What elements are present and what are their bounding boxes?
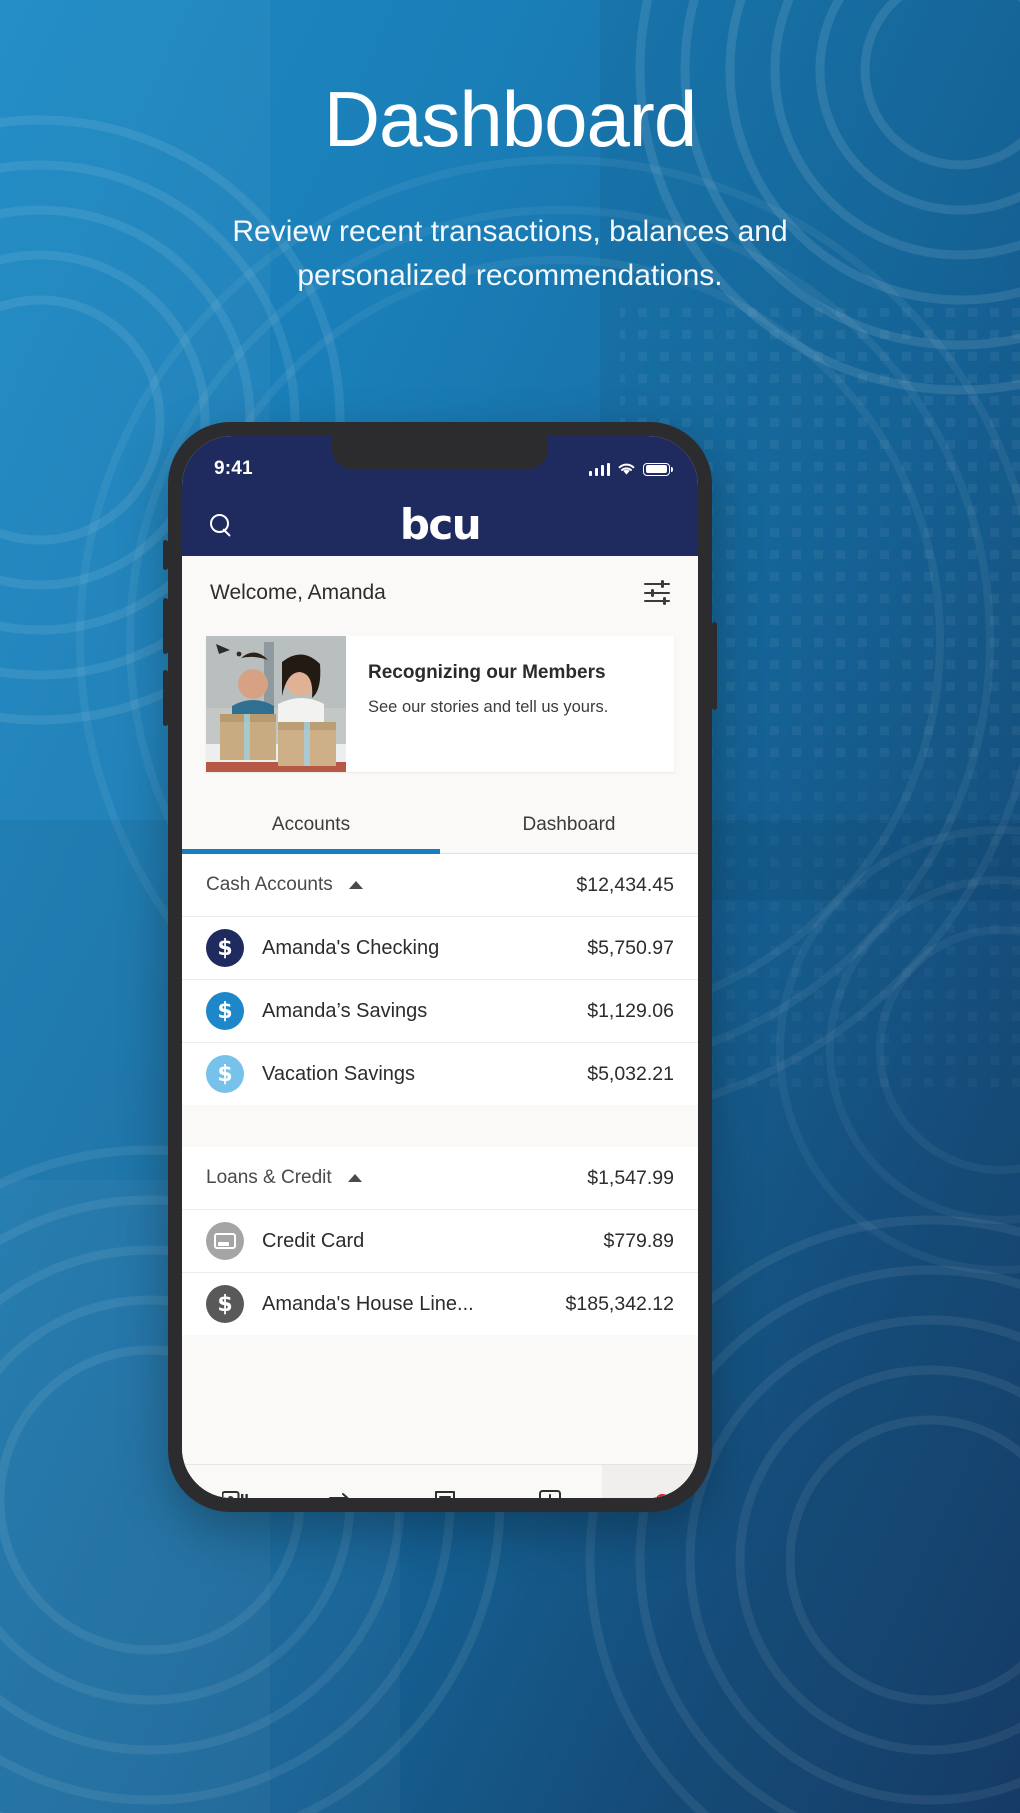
group-name: Cash Accounts [206, 874, 333, 895]
table-row[interactable]: $ Vacation Savings $5,032.21 [182, 1042, 698, 1105]
group-header[interactable]: Cash Accounts $12,434.45 [182, 854, 698, 916]
battery-full-icon [643, 462, 673, 476]
page-subtitle: Review recent transactions, balances and… [232, 215, 788, 292]
promo-subtitle: See our stories and tell us yours. [368, 698, 609, 716]
account-balance: $185,342.12 [565, 1292, 674, 1315]
nav-item-transfer[interactable]: Transfer [287, 1465, 392, 1498]
promo-title: Recognizing our Members [368, 662, 606, 683]
group-total: $12,434.45 [576, 873, 674, 896]
account-name: Credit Card [262, 1229, 365, 1252]
settings-sliders-icon[interactable] [644, 580, 670, 605]
app-content: Welcome, Amanda Recognizing our Members … [182, 556, 698, 1498]
account-balance: $5,032.21 [587, 1062, 674, 1085]
account-balance: $1,129.06 [587, 999, 674, 1022]
group-total: $1,547.99 [587, 1166, 674, 1189]
account-tabs: Accounts Dashboard [182, 796, 698, 854]
table-row[interactable]: Credit Card $779.89 [182, 1209, 698, 1272]
account-group-cash: Cash Accounts $12,434.45 $ Amanda's Chec… [182, 854, 698, 1105]
tab-dashboard[interactable]: Dashboard [440, 796, 698, 853]
tab-accounts[interactable]: Accounts [182, 796, 440, 854]
bottom-navigation: Accounts Transfer [182, 1464, 698, 1498]
table-row[interactable]: $ Amanda's House Line... $185,342.12 [182, 1272, 698, 1335]
nav-item-accounts[interactable]: Accounts [182, 1465, 287, 1498]
phone-volume-down-button [163, 670, 168, 726]
notification-dot [655, 1494, 670, 1498]
pay-receipt-icon [434, 1489, 456, 1498]
welcome-bar: Welcome, Amanda [182, 556, 698, 630]
group-header[interactable]: Loans & Credit $1,547.99 [182, 1147, 698, 1209]
tab-accounts-label: Accounts [271, 813, 351, 835]
promo-text: Recognizing our Members See our stories … [346, 636, 608, 772]
account-group-loans: Loans & Credit $1,547.99 Credit Card $77… [182, 1147, 698, 1335]
credit-card-circle-icon [206, 1222, 244, 1260]
list-bottom-spacer [182, 1335, 698, 1377]
account-name: Amanda’s Savings [262, 999, 428, 1022]
nav-item-pay[interactable]: Pay [392, 1465, 497, 1498]
phone-mute-switch [163, 540, 168, 570]
tab-dashboard-label: Dashboard [522, 813, 616, 835]
group-name: Loans & Credit [206, 1167, 332, 1188]
account-balance: $779.89 [603, 1229, 675, 1252]
table-row[interactable]: $ Amanda’s Savings $1,129.06 [182, 979, 698, 1042]
account-name: Vacation Savings [262, 1062, 416, 1085]
phone-notch [332, 436, 548, 469]
promo-card[interactable]: Recognizing our Members See our stories … [206, 636, 674, 772]
deposit-download-icon [538, 1489, 561, 1498]
accounts-card-icon [221, 1489, 248, 1498]
transfer-arrows-icon [327, 1489, 353, 1498]
promo-image [206, 636, 346, 772]
phone-power-button [712, 622, 717, 710]
section-divider [182, 1105, 698, 1147]
dollar-circle-icon: $ [206, 992, 244, 1030]
cellular-signal-icon [588, 462, 610, 476]
phone-volume-up-button [163, 598, 168, 654]
nav-item-deposit[interactable]: Deposit [497, 1465, 602, 1498]
page-title: Dashboard [323, 75, 698, 163]
status-icons [588, 454, 673, 476]
table-row[interactable]: $ Amanda's Checking $5,750.97 [182, 916, 698, 979]
caret-up-icon[interactable] [348, 881, 363, 889]
welcome-greeting: Welcome, Amanda [210, 581, 386, 604]
dollar-circle-icon: $ [206, 929, 244, 967]
phone-screen: 9:41 bcu Welcome, Amanda Recognizing our… [182, 436, 698, 1498]
wifi-icon [618, 463, 635, 475]
dollar-circle-icon: $ [206, 1285, 244, 1323]
search-icon[interactable] [208, 512, 234, 538]
account-name: Amanda's Checking [262, 936, 440, 959]
status-time: 9:41 [214, 458, 253, 479]
account-name: Amanda's House Line... [262, 1292, 474, 1315]
bcu-logo: bcu [399, 500, 482, 549]
account-balance: $5,750.97 [587, 936, 674, 959]
hero-copy: Dashboard Review recent transactions, ba… [0, 0, 1020, 297]
app-header: bcu [182, 494, 698, 556]
caret-up-icon[interactable] [347, 1174, 362, 1182]
phone-mockup: 9:41 bcu Welcome, Amanda Recognizing our… [163, 422, 717, 1512]
more-menu-button[interactable] [602, 1465, 698, 1498]
dollar-circle-icon: $ [206, 1055, 244, 1093]
